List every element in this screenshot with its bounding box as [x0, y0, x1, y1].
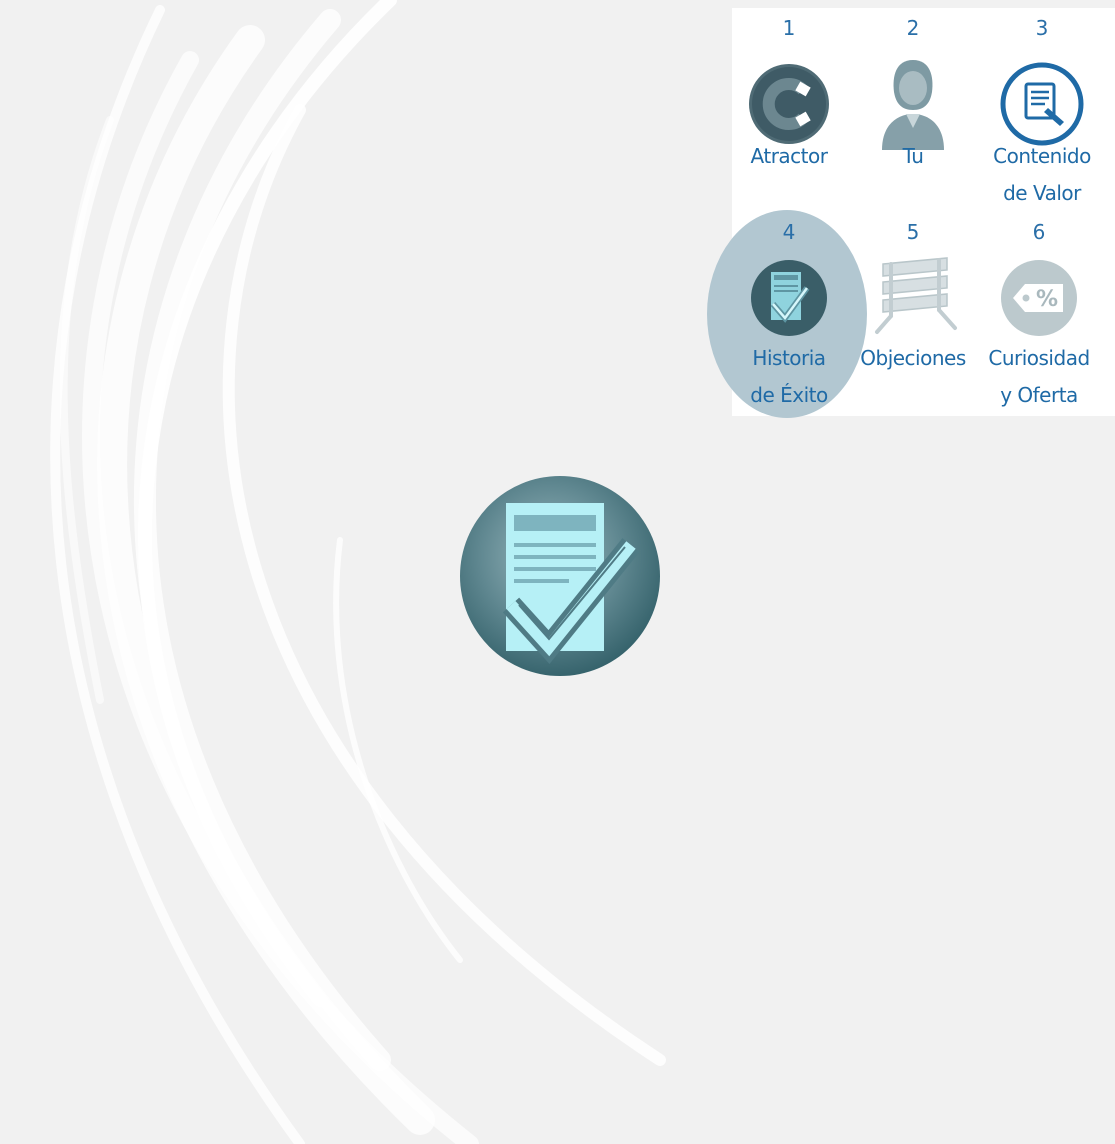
- person-icon: [853, 54, 973, 150]
- historia-de-exito-large-icon: [460, 476, 660, 676]
- magnet-icon: [729, 62, 849, 146]
- step-label: Curiosidad: [988, 346, 1090, 370]
- step-label: Atractor: [750, 144, 828, 168]
- step-label: Tu: [902, 144, 924, 168]
- svg-text:%: %: [1036, 287, 1058, 312]
- document-check-icon: [729, 258, 849, 338]
- step-number: 6: [1032, 220, 1046, 244]
- barrier-icon: [853, 256, 973, 336]
- discount-tag-icon: %: [979, 258, 1099, 338]
- document-pen-icon: [982, 62, 1102, 146]
- step-label-line2: de Valor: [1003, 181, 1081, 205]
- step-number: 2: [906, 16, 920, 40]
- step-label-line2: de Éxito: [750, 383, 828, 407]
- step-number: 1: [782, 16, 796, 40]
- step-label: Historia: [752, 346, 826, 370]
- step-label: Objeciones: [860, 346, 966, 370]
- step-label-line2: y Oferta: [1000, 383, 1078, 407]
- step-label: Contenido: [993, 144, 1091, 168]
- step-number: 5: [906, 220, 920, 244]
- step-number: 4: [782, 220, 796, 244]
- step-number: 3: [1035, 16, 1049, 40]
